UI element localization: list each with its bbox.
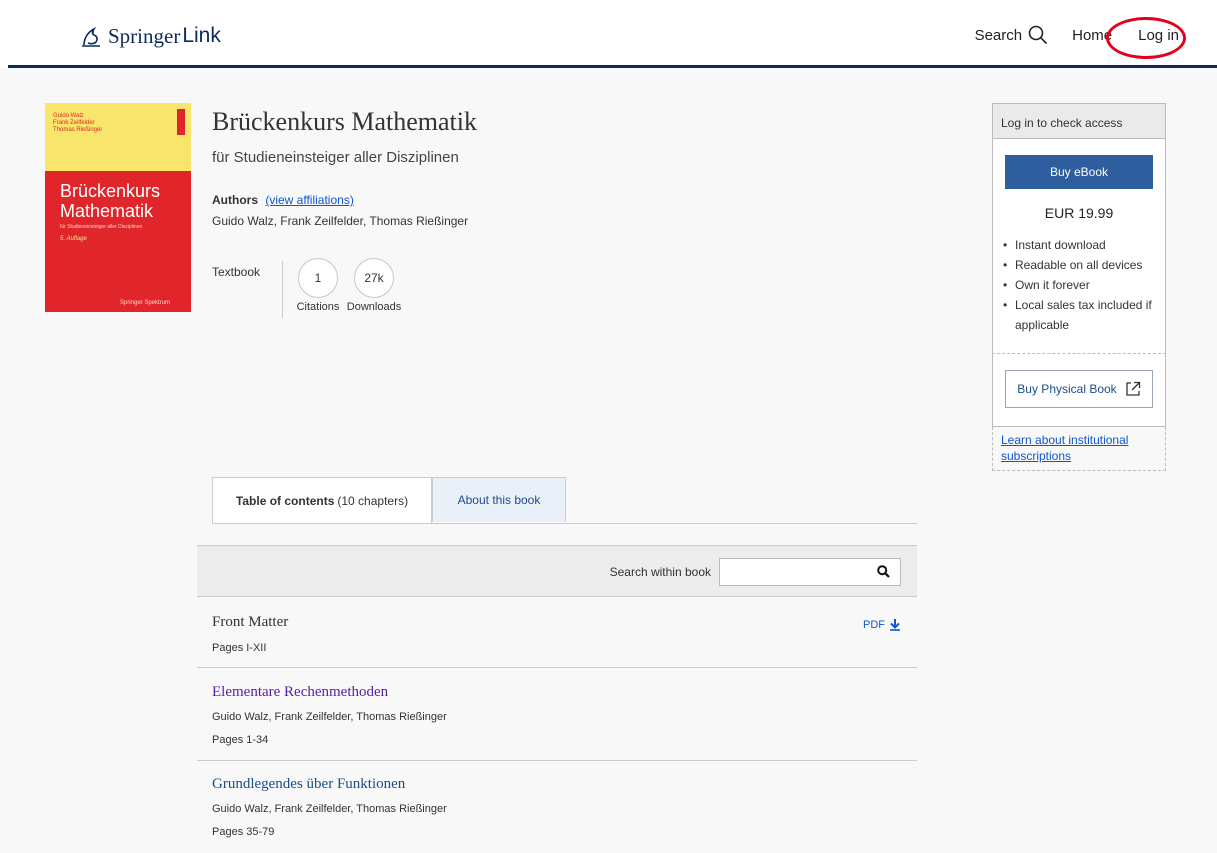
nav-login-link[interactable]: Log in [1138, 27, 1179, 44]
ebook-price: EUR 19.99 [1044, 205, 1114, 221]
benefit-item: Local sales tax included if applicable [1003, 295, 1159, 335]
cover-title: Brückenkurs Mathematik [60, 181, 160, 221]
brand-name: Springer [108, 23, 181, 48]
authors-label: Authors [212, 193, 258, 207]
brand-suffix: Link [182, 24, 221, 47]
citations-count: 1 [298, 258, 338, 298]
cover-author: Thomas Rießinger [53, 127, 103, 133]
search-within-book: Search within book [197, 545, 917, 597]
download-icon [890, 619, 900, 631]
external-link-icon [1126, 381, 1140, 396]
cover-title-line: Mathematik [60, 201, 154, 221]
site-header: Springer Link Search Home Log in [0, 0, 1217, 68]
cover-title-line: Brückenkurs [60, 181, 161, 201]
authors-list: Guido Walz, Frank Zeilfelder, Thomas Rie… [212, 214, 469, 228]
tab-toc-count: (10 chapters) [337, 493, 409, 508]
chapter-authors: Guido Walz, Frank Zeilfelder, Thomas Rie… [212, 711, 447, 723]
chapter-title[interactable]: Elementare Rechenmethoden [212, 684, 388, 701]
buy-ebook-button[interactable]: Buy eBook [1005, 155, 1153, 189]
chapter-pages: Pages 35-79 [212, 826, 275, 838]
cover-subtitle: für Studieneinsteiger aller Disziplinen [60, 224, 143, 230]
book-subtitle: für Studieneinsteiger aller Disziplinen [212, 149, 459, 166]
nav-home-link[interactable]: Home [1072, 27, 1112, 44]
benefit-item: Own it forever [1003, 275, 1159, 295]
chapter-item: Elementare Rechenmethoden Guido Walz, Fr… [197, 668, 917, 761]
book-cover[interactable]: Guido Walz Frank Zeilfelder Thomas Rießi… [45, 103, 191, 312]
chapter-item: Grundlegendes über Funktionen Guido Walz… [197, 761, 917, 853]
benefit-item: Readable on all devices [1003, 255, 1159, 275]
access-check-header: Log in to check access [992, 103, 1166, 139]
search-within-book-field[interactable] [719, 558, 901, 586]
metrics-divider [282, 261, 283, 318]
pdf-label: PDF [863, 618, 885, 631]
chapter-pages: Pages I-XII [212, 642, 267, 654]
chapter-title[interactable]: Grundlegendes über Funktionen [212, 776, 405, 793]
cover-author: Guido Walz [53, 113, 84, 119]
chapter-authors: Guido Walz, Frank Zeilfelder, Thomas Rie… [212, 803, 447, 815]
chapter-item: Front Matter Pages I-XII PDF [197, 598, 917, 668]
cover-author: Frank Zeilfelder [53, 120, 95, 126]
citations-metric[interactable]: 1 Citations [297, 258, 339, 313]
benefit-item: Instant download [1003, 235, 1159, 255]
main-content: Guido Walz Frank Zeilfelder Thomas Rießi… [0, 68, 1217, 853]
chapter-pages: Pages 1-34 [212, 734, 269, 746]
nav-search-label: Search [974, 26, 1023, 44]
downloads-count: 27k [354, 258, 394, 298]
physical-book-box: Buy Physical Book [992, 353, 1166, 427]
view-affiliations-link[interactable]: (view affiliations) [265, 193, 353, 207]
authors-heading: Authors (view affiliations) [212, 193, 354, 207]
springer-horse-icon [82, 26, 100, 47]
cover-edition: 5. Auflage [60, 236, 87, 242]
cover-publisher: Springer Spektrum [120, 300, 171, 306]
institutional-subscriptions-link[interactable]: Learn about institutional subscriptions [1001, 433, 1128, 463]
chapter-title[interactable]: Front Matter [212, 614, 288, 631]
search-within-book-label: Search within book [609, 565, 711, 579]
buy-physical-book-button[interactable]: Buy Physical Book [1005, 370, 1153, 408]
purchase-sidebar: Log in to check access Buy eBook EUR 19.… [992, 103, 1166, 471]
search-icon[interactable] [877, 565, 890, 578]
cover-series-mark [177, 109, 185, 135]
top-nav: Search Home Log in [975, 25, 1179, 45]
nav-search-button[interactable]: Search [975, 25, 1049, 45]
book-title: Brückenkurs Mathematik [212, 107, 477, 136]
buy-physical-book-label: Buy Physical Book [1017, 382, 1117, 396]
search-within-book-input[interactable] [724, 559, 868, 585]
ebook-purchase-box: Buy eBook EUR 19.99 Instant download Rea… [992, 139, 1166, 353]
tab-toc-label: Table of contents [235, 493, 335, 508]
content-type: Textbook [212, 265, 261, 279]
search-icon [1028, 25, 1048, 45]
book-tabs: Table of contents (10 chapters) About th… [212, 477, 917, 524]
downloads-label: Downloads [346, 301, 402, 313]
tab-about-this-book[interactable]: About this book [432, 477, 566, 522]
springerlink-logo[interactable]: Springer Link [80, 22, 221, 50]
downloads-metric: 27k Downloads [347, 258, 401, 313]
institutional-info: Learn about institutional subscriptions [992, 427, 1166, 471]
pdf-download-link[interactable]: PDF [863, 618, 901, 631]
tab-table-of-contents[interactable]: Table of contents (10 chapters) [212, 477, 432, 523]
cover-top-band: Guido Walz Frank Zeilfelder Thomas Rießi… [45, 103, 191, 171]
citations-label: Citations [296, 301, 340, 313]
purchase-benefits: Instant download Readable on all devices… [1003, 235, 1159, 335]
